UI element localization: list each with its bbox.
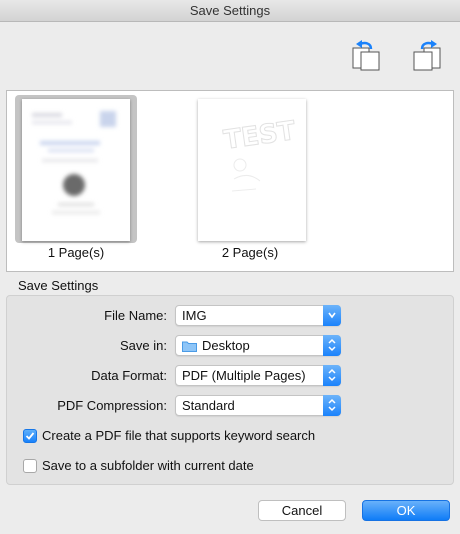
pdf-compression-select[interactable]: Standard — [175, 395, 341, 416]
up-down-arrows-icon — [328, 398, 336, 412]
window-title: Save Settings — [0, 0, 460, 22]
rotate-left-icon — [352, 40, 380, 71]
blurred-document-image — [32, 111, 116, 214]
save-in-value: Desktop — [202, 338, 250, 353]
keyword-search-label: Create a PDF file that supports keyword … — [42, 428, 316, 443]
up-down-arrows-icon — [328, 368, 336, 382]
chevron-down-icon — [328, 312, 336, 319]
checkmark-icon — [25, 432, 35, 440]
subfolder-label: Save to a subfolder with current date — [42, 458, 254, 473]
file-name-label: File Name: — [104, 308, 167, 323]
page-preview-1 — [22, 99, 130, 241]
settings-panel: File Name: IMG Save in: Desktop Data For… — [6, 295, 454, 485]
data-format-stepper[interactable] — [323, 365, 341, 386]
rotate-right-button[interactable] — [412, 38, 442, 72]
page-thumbnail-list: 1 Page(s) TEST 2 Page(s) — [6, 90, 454, 272]
folder-icon — [182, 341, 197, 352]
page-thumbnail-label: 2 Page(s) — [221, 245, 279, 260]
up-down-arrows-icon — [328, 338, 336, 352]
page-thumbnail-2[interactable]: TEST 2 Page(s) — [189, 95, 311, 265]
page-preview-2: TEST — [198, 99, 306, 241]
save-in-select[interactable]: Desktop — [175, 335, 341, 356]
file-name-dropdown-button[interactable] — [323, 305, 341, 326]
pdf-compression-stepper[interactable] — [323, 395, 341, 416]
file-name-combo[interactable]: IMG — [175, 305, 341, 326]
data-format-label: Data Format: — [91, 368, 167, 383]
pdf-compression-label: PDF Compression: — [57, 398, 167, 413]
rotate-right-icon — [413, 40, 441, 71]
data-format-select[interactable]: PDF (Multiple Pages) — [175, 365, 341, 386]
thumbnail-watermark-text: TEST — [222, 116, 298, 156]
rotate-left-button[interactable] — [351, 38, 381, 72]
subfolder-checkbox[interactable] — [23, 459, 37, 473]
keyword-search-checkbox[interactable] — [23, 429, 37, 443]
section-title: Save Settings — [18, 278, 99, 293]
page-thumbnail-label: 1 Page(s) — [47, 245, 105, 260]
save-in-stepper[interactable] — [323, 335, 341, 356]
save-in-label: Save in: — [120, 338, 167, 353]
page-thumbnail-1[interactable]: 1 Page(s) — [15, 95, 137, 265]
ok-button[interactable]: OK — [362, 500, 450, 521]
data-format-value: PDF (Multiple Pages) — [182, 368, 306, 383]
file-name-value: IMG — [182, 308, 207, 323]
cancel-button[interactable]: Cancel — [258, 500, 346, 521]
pdf-compression-value: Standard — [182, 398, 235, 413]
faint-test-sketch-image: TEST — [221, 116, 298, 192]
